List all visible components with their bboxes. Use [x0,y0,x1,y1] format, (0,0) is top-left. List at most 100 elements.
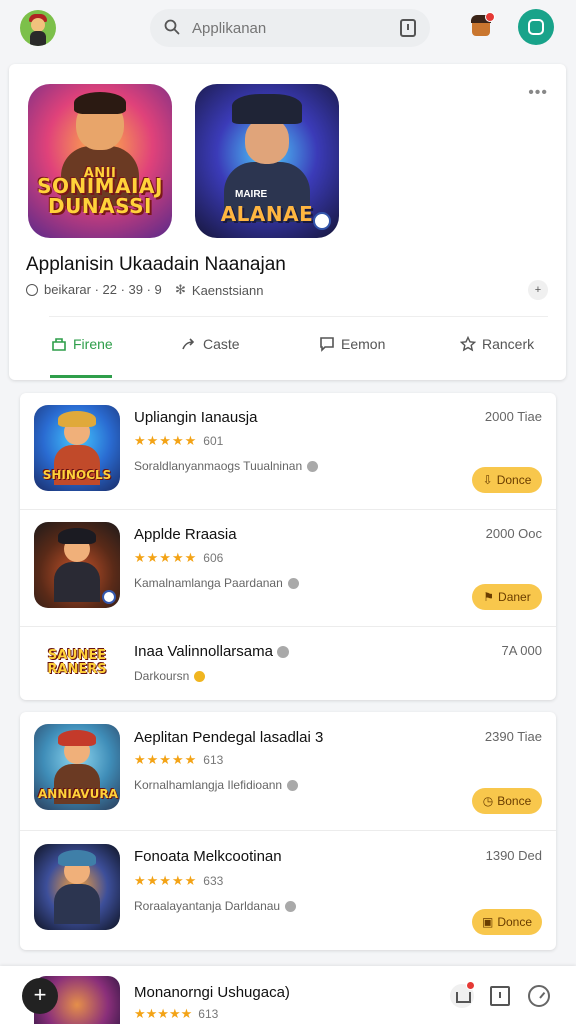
star-icon [460,336,476,352]
cart-icon[interactable] [450,981,475,1008]
app-title: Inaa Valinnollarsama [134,643,290,660]
notification-avatar-icon[interactable] [468,12,496,40]
rating-stars: ★★★★★ 601 [134,433,224,448]
app-title: Aeplitan Pendegal lasadlai 3 [134,729,324,746]
clock-icon [26,283,38,296]
verified-icon [307,460,319,472]
app-title: Applde Rraasia [134,526,237,543]
clock-icon: ◷ [482,794,494,808]
more-options-icon[interactable]: ••• [528,84,548,102]
history-icon[interactable] [528,985,550,1007]
add-button[interactable]: + [22,978,58,1014]
notification-dot [485,12,495,22]
info-icon[interactable]: + [528,280,548,300]
rating-count: 613 [203,753,224,767]
featured-game-art-1[interactable]: ANII SONIMAIAJ DUNASSI [28,84,172,238]
featured-meta-left: beikarar · 22 · 39 · 9 [26,282,162,297]
tab-eemon[interactable]: Eemon [319,336,385,352]
runner-icon: ⚑ [483,590,495,604]
rating-stars: ★★★★★ 613 [134,752,224,767]
share-icon [182,338,195,350]
verified-icon [287,779,299,791]
tab-rancerk-label: Rancerk [482,336,535,352]
verified-icon [285,900,297,912]
comment-icon [320,337,334,352]
verified-icon [277,646,290,659]
download-button[interactable]: ⚑ Daner [472,584,542,610]
app-icon [34,522,120,608]
featured-meta-right: ✻ Kaenstsiann [175,282,263,298]
app-icon-label: ANNIAVURA [38,787,118,801]
tab-firene[interactable]: Firene [51,336,113,352]
featured-meta-text: beikarar · 22 · 39 · 9 [44,282,162,297]
tab-active-indicator [50,375,112,378]
app-title: Fonoata Melkcootinan [134,848,282,865]
app-count: 1390 Ded [485,848,542,863]
search-bar[interactable] [150,9,430,47]
bag-icon [52,338,66,351]
rating-count: 601 [203,434,224,448]
list-item[interactable]: ANNIAVURA Aeplitan Pendegal lasadlai 3 ★… [20,712,556,830]
rating-stars: ★★★★★ 633 [134,873,224,888]
list-item[interactable]: SAUNEE RANERS Inaa Valinnollarsama Darko… [20,627,556,699]
app-count: 2000 Ooc [485,526,542,541]
search-input[interactable] [192,9,382,47]
tab-caste[interactable]: Caste [181,336,240,352]
verified-icon [287,577,299,589]
tab-rancerk[interactable]: Rancerk [460,336,534,352]
library-icon[interactable] [490,986,510,1006]
list-item[interactable]: SHINOCLS Upliangin Ianausja ★★★★★ 601 Sor… [20,393,556,509]
app-list-group-1: SHINOCLS Upliangin Ianausja ★★★★★ 601 Sor… [20,393,556,700]
coin-icon [194,670,206,682]
app-subtitle: Roraalayantanja Darldanau [134,899,297,913]
featured-card: ••• ANII SONIMAIAJ DUNASSI MAIRE ALANAE … [9,64,566,380]
rating-count: 606 [203,551,224,565]
featured-tabs: Firene Caste Eemon Rancerk [9,326,566,380]
download-button[interactable]: ⇩ Donce [472,467,542,493]
download-button[interactable]: ▣ Donce [472,909,542,935]
tab-firene-label: Firene [73,336,113,352]
profile-icon[interactable] [518,9,554,45]
app-subtitle: Kornalhamlangja Ilefidioann [134,778,299,792]
divider [49,316,548,317]
tab-eemon-label: Eemon [341,336,386,352]
gear-icon: ✻ [175,282,186,297]
featured-meta-right-text: Kaenstsiann [191,282,264,298]
tab-caste-label: Caste [203,336,240,352]
top-bar [0,0,576,56]
app-count: 2390 Tiae [484,729,542,744]
app-icon: ANNIAVURA [34,724,120,810]
app-list-group-2: ANNIAVURA Aeplitan Pendegal lasadlai 3 ★… [20,712,556,950]
app-title: Upliangin Ianausja [134,409,258,426]
app-subtitle: Darkoursn [134,669,206,683]
list-item[interactable]: Applde Rraasia ★★★★★ 606 Kamalnamlanga Pa… [20,510,556,626]
app-count: 7A 000 [501,643,543,658]
download-icon: ⇩ [482,473,493,487]
app-count: 2000 Tiae [484,409,542,424]
app-icon: SHINOCLS [34,405,120,491]
bottom-title: Monanorngi Ushugaca) [134,984,290,1001]
featured-art-1-title: SONIMAIAJ DUNASSI [37,174,163,218]
app-logo-avatar[interactable] [20,10,56,46]
app-icon [34,844,120,930]
badge-icon [102,590,116,604]
app-icon: SAUNEE RANERS [34,635,120,691]
scan-icon[interactable] [400,19,416,37]
featured-art-2-title: ALANAE [220,202,314,226]
rating-count: 613 [198,1007,219,1021]
app-icon-label: SAUNEE RANERS [47,648,107,677]
notification-dot [466,981,475,990]
app-subtitle: Kamalnamlanga Paardanan [134,576,299,590]
app-subtitle: Soraldlanyanmaogs Tuualninan [134,459,319,473]
box-icon: ▣ [481,915,494,929]
badge-icon [313,212,331,230]
list-item[interactable]: Fonoata Melkcootinan ★★★★★ 633 Roraalayan… [20,831,556,949]
featured-art-2-top-text: MAIRE [235,189,268,200]
rating-stars: ★★★★★ 613 [134,1006,219,1021]
featured-title: Applanisin Ukaadain Naanajan [26,254,286,275]
download-button[interactable]: ◷ Bonce [472,788,542,814]
rating-count: 633 [203,874,224,888]
featured-game-art-2[interactable]: MAIRE ALANAE [195,84,339,238]
bottom-bar: + Monanorngi Ushugaca) ★★★★★ 613 [0,966,576,1024]
rating-stars: ★★★★★ 606 [134,550,224,565]
